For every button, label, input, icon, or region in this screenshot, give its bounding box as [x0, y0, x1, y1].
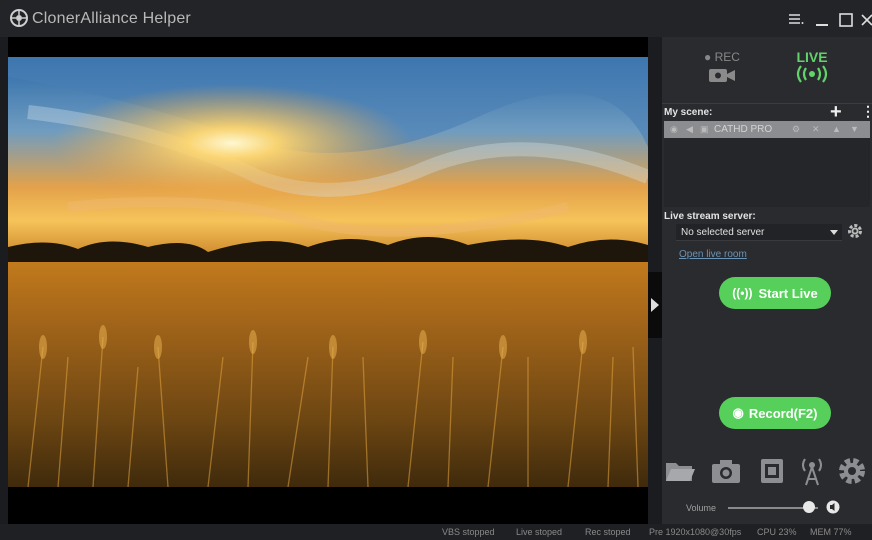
record-button[interactable]: ◉ Record(F2) — [719, 397, 831, 429]
scene-item[interactable]: ◉ ◀ ▣ CATHD PRO ⚙ ✕ ▲ ▼ — [664, 121, 870, 138]
live-mode-tab[interactable]: LIVE — [787, 49, 837, 86]
start-live-label: Start Live — [758, 285, 818, 301]
rec-mode-label: ● REC — [704, 50, 740, 64]
server-settings-gear-icon[interactable] — [847, 223, 863, 239]
side-panel: ● REC LIVE My scene: + ⋮ ◉ ◀ ▣ CATHD PRO… — [662, 37, 872, 524]
rec-status: Rec stoped — [585, 527, 631, 537]
delete-icon[interactable]: ✕ — [812, 124, 820, 135]
folder-icon[interactable] — [664, 455, 696, 487]
app-title: ClonerAlliance Helper — [32, 10, 191, 27]
scene-item-name: CATHD PRO — [714, 124, 773, 135]
server-select-value: No selected server — [681, 227, 765, 238]
record-label: Record(F2) — [748, 405, 818, 421]
status-bar: VBS stopped Live stoped Rec stoped Pre 1… — [0, 524, 872, 540]
open-live-room-link[interactable]: Open live room — [679, 249, 747, 260]
close-button[interactable] — [861, 12, 872, 30]
scene-list: ◉ ◀ ▣ CATHD PRO ⚙ ✕ ▲ ▼ — [664, 121, 870, 207]
title-bar: ClonerAlliance Helper — [0, 0, 872, 37]
volume-label: Volume — [686, 503, 717, 513]
speaker-icon[interactable]: ◀ — [686, 124, 693, 135]
live-status: Live stoped — [516, 527, 563, 537]
speaker-icon[interactable] — [826, 500, 840, 514]
menu-icon[interactable] — [788, 12, 804, 30]
sd-card-icon[interactable] — [756, 455, 788, 487]
broadcast-icon: ((•)) — [732, 286, 753, 300]
maximize-button[interactable] — [838, 12, 854, 30]
settings-gear-icon[interactable] — [836, 455, 868, 487]
scene-label: My scene: — [664, 107, 713, 118]
preview-area — [8, 37, 648, 524]
screenshot-camera-icon[interactable] — [710, 455, 742, 487]
chevron-down-icon — [830, 230, 838, 235]
move-up-icon[interactable]: ▲ — [832, 124, 841, 134]
start-live-button[interactable]: ((•)) Start Live — [719, 277, 831, 309]
camera-icon — [709, 69, 735, 82]
settings-icon[interactable]: ⚙ — [792, 124, 800, 135]
cpu-usage: CPU 23% — [757, 527, 797, 537]
preview-resolution: Pre 1920x1080@30fps — [649, 527, 742, 537]
app-logo-icon — [10, 9, 28, 27]
memory-usage: MEM 77% — [810, 527, 852, 537]
move-down-icon[interactable]: ▼ — [850, 124, 859, 134]
server-select[interactable]: No selected server — [676, 224, 842, 241]
volume-slider-handle[interactable] — [803, 501, 815, 513]
record-dot-icon: ◉ — [732, 405, 744, 420]
vbs-status: VBS stopped — [442, 527, 495, 537]
panel-toggle-arrow[interactable] — [648, 272, 662, 338]
rec-mode-tab[interactable]: ● REC — [697, 50, 747, 87]
minimize-button[interactable] — [814, 12, 830, 30]
live-mode-label: LIVE — [796, 49, 828, 65]
antenna-icon[interactable] — [796, 455, 828, 487]
eye-icon[interactable]: ◉ — [670, 124, 678, 135]
broadcast-icon — [796, 65, 828, 83]
device-icon: ▣ — [700, 124, 709, 134]
preview-image — [8, 57, 648, 487]
live-server-label: Live stream server: — [664, 211, 756, 222]
more-options-icon[interactable]: ⋮ — [861, 103, 872, 120]
